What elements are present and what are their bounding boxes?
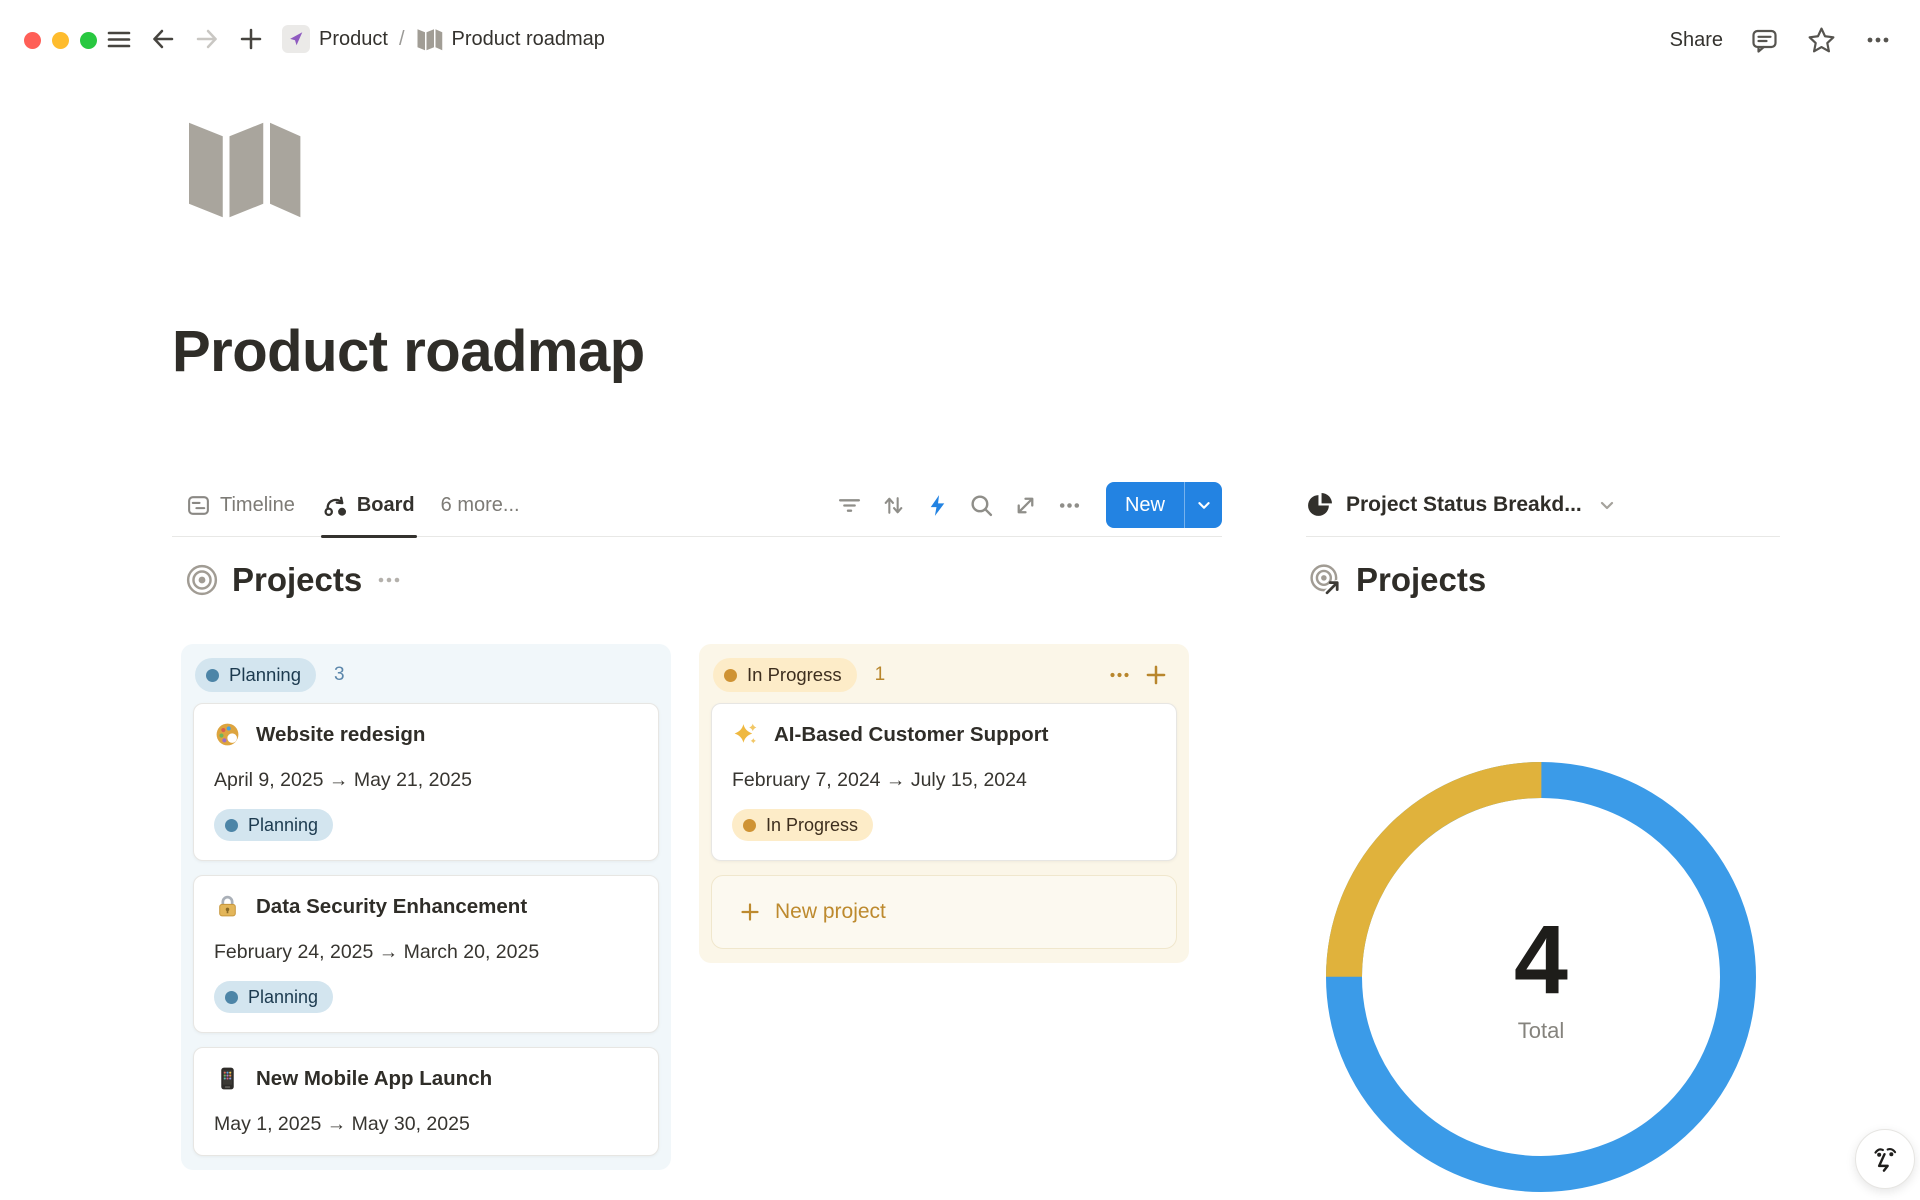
column-name: In Progress: [747, 664, 842, 686]
card-dates: February 24, 2025 → March 20, 2025: [214, 941, 638, 964]
project-card[interactable]: Data Security Enhancement February 24, 2…: [193, 875, 659, 1033]
board-section-title[interactable]: Projects: [232, 561, 362, 599]
card-status-tag: In Progress: [732, 809, 873, 841]
tab-board[interactable]: Board: [311, 474, 427, 536]
section-more-icon[interactable]: [376, 567, 402, 593]
project-card[interactable]: AI-Based Customer Support February 7, 20…: [711, 703, 1177, 861]
timeline-view-icon: [186, 493, 211, 518]
minimize-window-button[interactable]: [52, 32, 69, 49]
breadcrumb-page[interactable]: Product roadmap: [452, 28, 605, 51]
back-arrow-icon[interactable]: [144, 20, 182, 58]
palette-icon: [214, 721, 241, 748]
new-button-group: New: [1106, 482, 1222, 528]
automation-lightning-icon[interactable]: [920, 487, 956, 523]
more-icon[interactable]: [1052, 487, 1088, 523]
expand-icon[interactable]: [1008, 487, 1044, 523]
chart-view-selector-label: Project Status Breakd...: [1346, 493, 1582, 517]
card-title: AI-Based Customer Support: [774, 723, 1049, 747]
new-button-chevron[interactable]: [1184, 482, 1222, 528]
new-project-button[interactable]: New project: [711, 875, 1177, 949]
board-view-icon: [323, 493, 348, 518]
comment-icon[interactable]: [1750, 26, 1779, 55]
page-map-icon[interactable]: [182, 116, 304, 229]
project-card[interactable]: Website redesign April 9, 2025 → May 21,…: [193, 703, 659, 861]
view-toolbar: Timeline Board 6 more... New: [172, 474, 1222, 537]
more-icon[interactable]: [1864, 26, 1892, 54]
status-dot: [743, 819, 756, 832]
close-window-button[interactable]: [24, 32, 41, 49]
column-count: 3: [334, 664, 345, 686]
target-icon: [186, 564, 218, 596]
status-dot: [225, 991, 238, 1004]
sparkles-icon: [732, 721, 759, 748]
board-column-in-progress: In Progress 1 AI-Based Customer Support: [699, 644, 1189, 963]
project-card[interactable]: New Mobile App Launch May 1, 2025 → May …: [193, 1047, 659, 1156]
star-icon[interactable]: [1806, 25, 1837, 56]
window-controls[interactable]: [24, 32, 97, 49]
new-button[interactable]: New: [1106, 482, 1184, 528]
column-name: Planning: [229, 664, 301, 686]
ai-face-icon: [1867, 1141, 1903, 1177]
donut-chart[interactable]: 4 Total: [1321, 757, 1761, 1197]
card-title: Website redesign: [256, 723, 425, 747]
column-status-pill[interactable]: In Progress: [713, 658, 857, 692]
status-dot: [724, 669, 737, 682]
tabs-more[interactable]: 6 more...: [431, 494, 530, 517]
card-dates: May 1, 2025 → May 30, 2025: [214, 1113, 638, 1136]
tab-timeline[interactable]: Timeline: [174, 474, 307, 536]
filter-icon[interactable]: [832, 487, 868, 523]
map-icon: [416, 27, 443, 51]
donut-svg[interactable]: [1321, 757, 1761, 1197]
page-title[interactable]: Product roadmap: [172, 318, 645, 385]
card-dates: April 9, 2025 → May 21, 2025: [214, 769, 638, 792]
new-project-label: New project: [775, 900, 886, 924]
forward-arrow-icon[interactable]: [188, 20, 226, 58]
tab-timeline-label: Timeline: [220, 494, 295, 517]
column-count: 1: [875, 664, 886, 686]
status-dot: [225, 819, 238, 832]
tab-board-label: Board: [357, 494, 415, 517]
column-more-icon[interactable]: [1105, 660, 1135, 690]
breadcrumb-separator: /: [399, 28, 405, 51]
card-status-tag: Planning: [214, 981, 333, 1013]
pie-chart-icon: [1306, 492, 1333, 519]
mobile-phone-icon: [214, 1065, 241, 1092]
zoom-window-button[interactable]: [80, 32, 97, 49]
breadcrumb: Product / Product roadmap: [282, 25, 605, 53]
breadcrumb-team[interactable]: Product: [319, 28, 388, 51]
card-dates: February 7, 2024 → July 15, 2024: [732, 769, 1156, 792]
linked-target-arrow-icon: [1310, 564, 1342, 596]
sort-icon[interactable]: [876, 487, 912, 523]
card-title: New Mobile App Launch: [256, 1067, 492, 1091]
chart-view-selector[interactable]: Project Status Breakd...: [1306, 474, 1780, 537]
lock-icon: [214, 893, 241, 920]
ai-assistant-button[interactable]: [1855, 1129, 1915, 1189]
board-column-planning: Planning 3 Website redesign April 9, 202…: [181, 644, 671, 1170]
board: Planning 3 Website redesign April 9, 202…: [181, 644, 1189, 1170]
column-status-pill[interactable]: Planning: [195, 658, 316, 692]
card-title: Data Security Enhancement: [256, 895, 527, 919]
teamspace-dart-icon[interactable]: [282, 25, 310, 53]
new-page-plus-icon[interactable]: [232, 20, 270, 58]
search-icon[interactable]: [964, 487, 1000, 523]
share-button[interactable]: Share: [1670, 29, 1723, 52]
chevron-down-icon: [1595, 493, 1619, 517]
chart-section-title[interactable]: Projects: [1356, 561, 1486, 599]
card-status-tag: Planning: [214, 809, 333, 841]
hamburger-icon[interactable]: [100, 20, 138, 58]
status-dot: [206, 669, 219, 682]
column-add-icon[interactable]: [1141, 660, 1171, 690]
